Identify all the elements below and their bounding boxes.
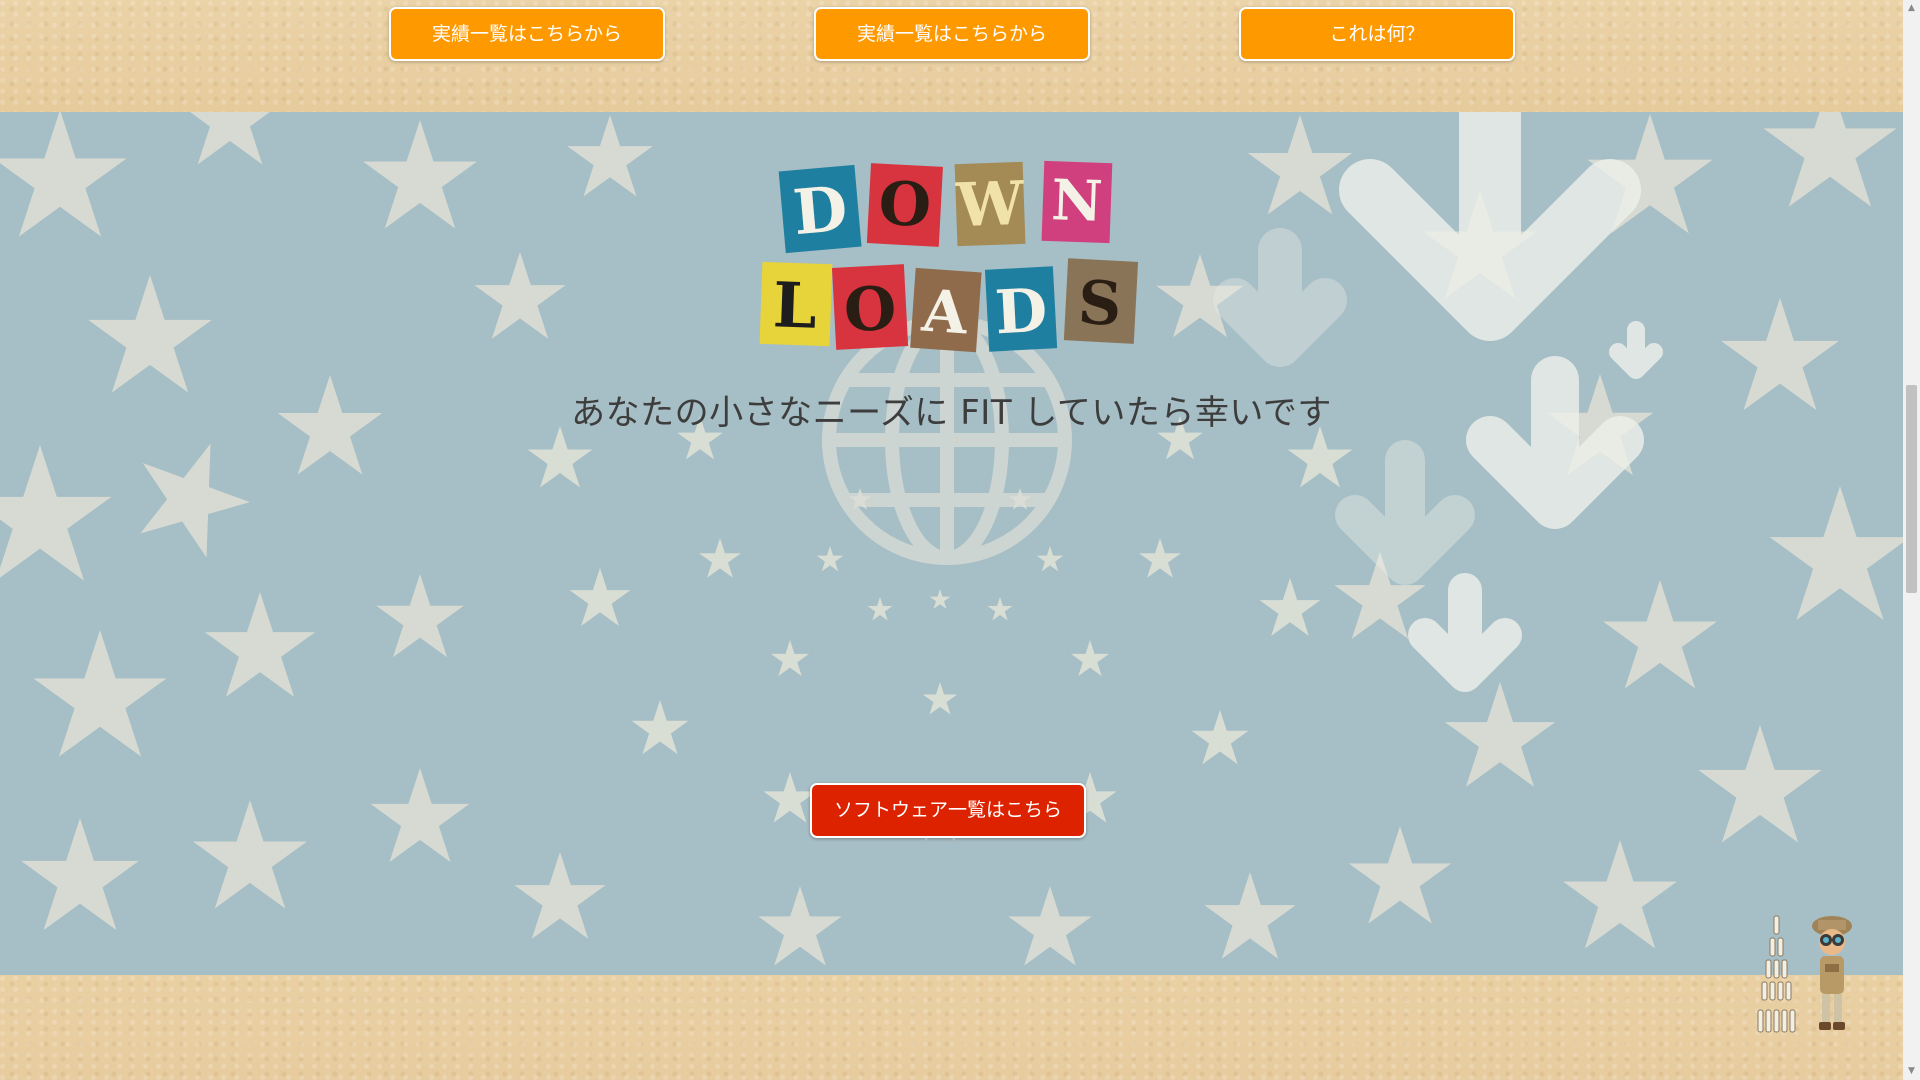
downloads-tagline: あなたの小さなニーズに FIT していたら幸いです [571,393,1332,433]
what-is-this-button[interactable]: これは何？ [1239,7,1515,61]
logo-letter: N [1050,167,1103,235]
logo-letter: D [790,172,850,249]
footer-band [0,975,1903,1080]
works-list-button-1[interactable]: 実績一覧はこちらから [389,7,665,61]
logo-letter: S [1076,268,1123,340]
downloads-section: D O W N L O A D S あなたの小さなニーズに FIT していたら幸… [0,112,1903,975]
works-list-button-2[interactable]: 実績一覧はこちらから [814,7,1090,61]
scroll-down-icon[interactable]: ▼ [1903,1063,1920,1080]
software-list-button[interactable]: ソフトウェア一覧はこちら [810,783,1086,838]
logo-letter: W [954,169,1026,241]
logo-letter: D [993,276,1049,349]
page: 実績一覧はこちらから 実績一覧はこちらから これは何？ D O W N L O … [0,0,1903,1080]
logo-letter: L [772,268,818,342]
page-scrollbar[interactable]: ▲ ▼ [1903,0,1920,1080]
logo-letter: O [842,274,898,347]
downloads-logo: D O W N L O A D S [759,160,1139,353]
works-section: 実績一覧はこちらから 実績一覧はこちらから これは何？ [0,0,1903,112]
scroll-thumb[interactable] [1906,385,1917,593]
scroll-up-icon[interactable]: ▲ [1903,0,1920,17]
logo-letter: O [877,169,933,242]
binocular-explorer-mascot[interactable] [1748,912,1868,1042]
logo-letter: A [919,276,971,347]
